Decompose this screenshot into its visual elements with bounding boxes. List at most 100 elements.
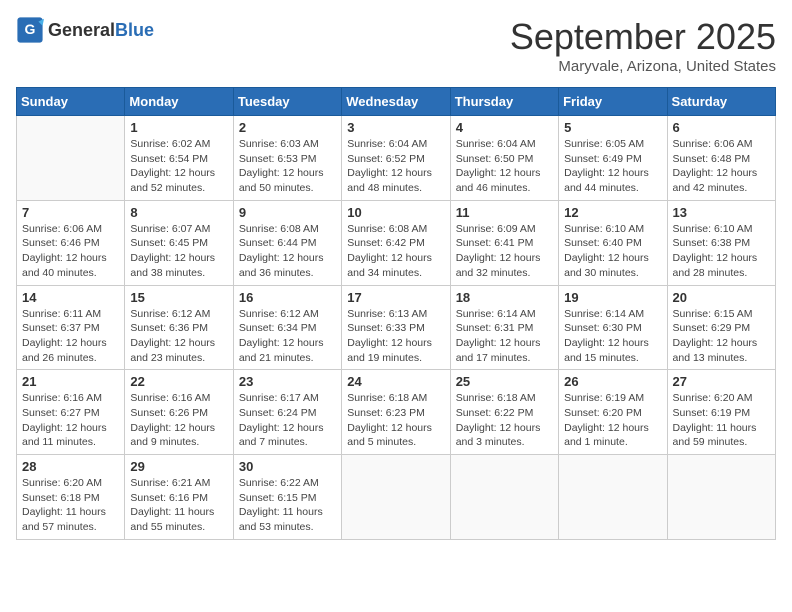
column-header-saturday: Saturday [667, 88, 775, 116]
calendar-cell [450, 455, 558, 540]
calendar-cell: 20 Sunrise: 6:15 AM Sunset: 6:29 PM Dayli… [667, 285, 775, 370]
day-number: 3 [347, 120, 444, 135]
calendar-cell [342, 455, 450, 540]
day-detail: Sunrise: 6:08 AM Sunset: 6:42 PM Dayligh… [347, 222, 444, 281]
day-number: 27 [673, 374, 770, 389]
day-detail: Sunrise: 6:10 AM Sunset: 6:38 PM Dayligh… [673, 222, 770, 281]
calendar-cell: 7Sunrise: 6:06 AM Sunset: 6:46 PM Daylig… [17, 200, 125, 285]
day-detail: Sunrise: 6:08 AM Sunset: 6:44 PM Dayligh… [239, 222, 336, 281]
logo: G GeneralBlue [16, 16, 154, 44]
day-number: 6 [673, 120, 770, 135]
day-detail: Sunrise: 6:04 AM Sunset: 6:52 PM Dayligh… [347, 137, 444, 196]
calendar-cell: 4 Sunrise: 6:04 AM Sunset: 6:50 PM Daylig… [450, 116, 558, 201]
day-number: 23 [239, 374, 336, 389]
day-number: 13 [673, 205, 770, 220]
column-header-tuesday: Tuesday [233, 88, 341, 116]
day-number: 28 [22, 459, 119, 474]
day-number: 25 [456, 374, 553, 389]
calendar-cell: 27Sunrise: 6:20 AM Sunset: 6:19 PM Dayli… [667, 370, 775, 455]
day-detail: Sunrise: 6:16 AM Sunset: 6:27 PM Dayligh… [22, 391, 119, 450]
calendar-header-row: SundayMondayTuesdayWednesdayThursdayFrid… [17, 88, 776, 116]
calendar-cell: 29Sunrise: 6:21 AM Sunset: 6:16 PM Dayli… [125, 455, 233, 540]
svg-text:G: G [25, 21, 36, 37]
week-row-2: 14 Sunrise: 6:11 AM Sunset: 6:37 PM Dayli… [17, 285, 776, 370]
day-detail: Sunrise: 6:11 AM Sunset: 6:37 PM Dayligh… [22, 307, 119, 366]
day-number: 7 [22, 205, 119, 220]
day-number: 14 [22, 290, 119, 305]
month-title: September 2025 [510, 16, 776, 58]
day-number: 21 [22, 374, 119, 389]
calendar-cell: 12 Sunrise: 6:10 AM Sunset: 6:40 PM Dayli… [559, 200, 667, 285]
calendar-cell: 23Sunrise: 6:17 AM Sunset: 6:24 PM Dayli… [233, 370, 341, 455]
column-header-monday: Monday [125, 88, 233, 116]
location-title: Maryvale, Arizona, United States [510, 58, 776, 75]
column-header-thursday: Thursday [450, 88, 558, 116]
day-detail: Sunrise: 6:02 AM Sunset: 6:54 PM Dayligh… [130, 137, 227, 196]
day-detail: Sunrise: 6:21 AM Sunset: 6:16 PM Dayligh… [130, 476, 227, 535]
calendar-body: 1 Sunrise: 6:02 AM Sunset: 6:54 PM Daylig… [17, 116, 776, 540]
calendar-cell: 17 Sunrise: 6:13 AM Sunset: 6:33 PM Dayli… [342, 285, 450, 370]
day-detail: Sunrise: 6:09 AM Sunset: 6:41 PM Dayligh… [456, 222, 553, 281]
calendar-cell: 11 Sunrise: 6:09 AM Sunset: 6:41 PM Dayli… [450, 200, 558, 285]
calendar-cell: 21 Sunrise: 6:16 AM Sunset: 6:27 PM Dayli… [17, 370, 125, 455]
calendar-cell [559, 455, 667, 540]
day-detail: Sunrise: 6:19 AM Sunset: 6:20 PM Dayligh… [564, 391, 661, 450]
calendar-cell: 5 Sunrise: 6:05 AM Sunset: 6:49 PM Daylig… [559, 116, 667, 201]
day-detail: Sunrise: 6:05 AM Sunset: 6:49 PM Dayligh… [564, 137, 661, 196]
day-number: 10 [347, 205, 444, 220]
day-number: 20 [673, 290, 770, 305]
day-detail: Sunrise: 6:10 AM Sunset: 6:40 PM Dayligh… [564, 222, 661, 281]
column-header-sunday: Sunday [17, 88, 125, 116]
day-number: 8 [130, 205, 227, 220]
day-number: 15 [130, 290, 227, 305]
title-area: September 2025 Maryvale, Arizona, United… [510, 16, 776, 75]
column-header-wednesday: Wednesday [342, 88, 450, 116]
day-detail: Sunrise: 6:04 AM Sunset: 6:50 PM Dayligh… [456, 137, 553, 196]
day-number: 17 [347, 290, 444, 305]
day-number: 2 [239, 120, 336, 135]
calendar-cell: 9 Sunrise: 6:08 AM Sunset: 6:44 PM Daylig… [233, 200, 341, 285]
calendar-cell: 16 Sunrise: 6:12 AM Sunset: 6:34 PM Dayli… [233, 285, 341, 370]
calendar-cell: 24Sunrise: 6:18 AM Sunset: 6:23 PM Dayli… [342, 370, 450, 455]
day-detail: Sunrise: 6:06 AM Sunset: 6:48 PM Dayligh… [673, 137, 770, 196]
calendar-table: SundayMondayTuesdayWednesdayThursdayFrid… [16, 87, 776, 540]
calendar-cell: 28 Sunrise: 6:20 AM Sunset: 6:18 PM Dayli… [17, 455, 125, 540]
day-detail: Sunrise: 6:16 AM Sunset: 6:26 PM Dayligh… [130, 391, 227, 450]
day-number: 16 [239, 290, 336, 305]
day-detail: Sunrise: 6:12 AM Sunset: 6:34 PM Dayligh… [239, 307, 336, 366]
calendar-cell [667, 455, 775, 540]
day-detail: Sunrise: 6:18 AM Sunset: 6:22 PM Dayligh… [456, 391, 553, 450]
day-detail: Sunrise: 6:13 AM Sunset: 6:33 PM Dayligh… [347, 307, 444, 366]
day-detail: Sunrise: 6:07 AM Sunset: 6:45 PM Dayligh… [130, 222, 227, 281]
calendar-cell [17, 116, 125, 201]
day-number: 9 [239, 205, 336, 220]
calendar-cell: 2Sunrise: 6:03 AM Sunset: 6:53 PM Daylig… [233, 116, 341, 201]
calendar-cell: 19Sunrise: 6:14 AM Sunset: 6:30 PM Dayli… [559, 285, 667, 370]
calendar-cell: 8 Sunrise: 6:07 AM Sunset: 6:45 PM Daylig… [125, 200, 233, 285]
day-detail: Sunrise: 6:20 AM Sunset: 6:18 PM Dayligh… [22, 476, 119, 535]
day-detail: Sunrise: 6:14 AM Sunset: 6:30 PM Dayligh… [564, 307, 661, 366]
day-detail: Sunrise: 6:12 AM Sunset: 6:36 PM Dayligh… [130, 307, 227, 366]
calendar-cell: 13 Sunrise: 6:10 AM Sunset: 6:38 PM Dayli… [667, 200, 775, 285]
day-number: 5 [564, 120, 661, 135]
calendar-cell: 14 Sunrise: 6:11 AM Sunset: 6:37 PM Dayli… [17, 285, 125, 370]
calendar-cell: 25 Sunrise: 6:18 AM Sunset: 6:22 PM Dayli… [450, 370, 558, 455]
week-row-0: 1 Sunrise: 6:02 AM Sunset: 6:54 PM Daylig… [17, 116, 776, 201]
day-number: 22 [130, 374, 227, 389]
calendar-cell: 6 Sunrise: 6:06 AM Sunset: 6:48 PM Daylig… [667, 116, 775, 201]
logo-label: GeneralBlue [48, 20, 154, 41]
week-row-3: 21 Sunrise: 6:16 AM Sunset: 6:27 PM Dayli… [17, 370, 776, 455]
calendar-cell: 1 Sunrise: 6:02 AM Sunset: 6:54 PM Daylig… [125, 116, 233, 201]
day-number: 4 [456, 120, 553, 135]
calendar-cell: 3 Sunrise: 6:04 AM Sunset: 6:52 PM Daylig… [342, 116, 450, 201]
day-detail: Sunrise: 6:15 AM Sunset: 6:29 PM Dayligh… [673, 307, 770, 366]
day-number: 30 [239, 459, 336, 474]
calendar-cell: 22 Sunrise: 6:16 AM Sunset: 6:26 PM Dayli… [125, 370, 233, 455]
column-header-friday: Friday [559, 88, 667, 116]
logo-icon: G [16, 16, 44, 44]
calendar-cell: 18Sunrise: 6:14 AM Sunset: 6:31 PM Dayli… [450, 285, 558, 370]
week-row-4: 28 Sunrise: 6:20 AM Sunset: 6:18 PM Dayli… [17, 455, 776, 540]
day-number: 12 [564, 205, 661, 220]
day-number: 11 [456, 205, 553, 220]
day-number: 1 [130, 120, 227, 135]
